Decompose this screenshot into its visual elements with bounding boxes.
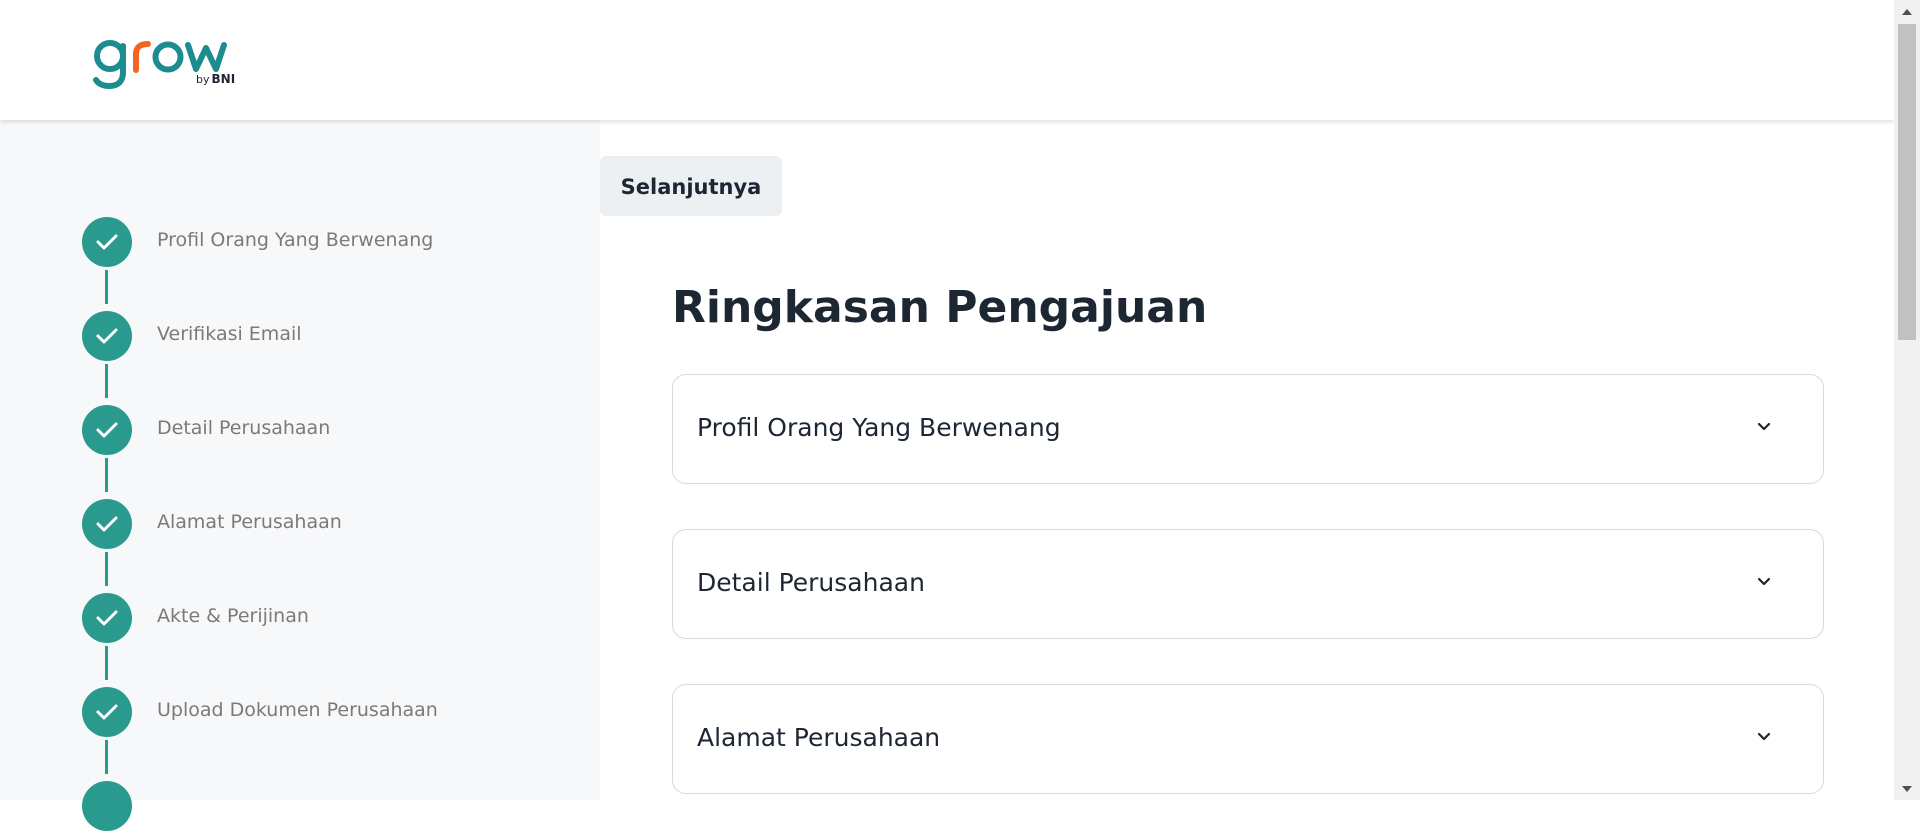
scroll-up-arrow-icon xyxy=(1902,9,1912,15)
step-completed-badge xyxy=(82,217,132,267)
step-detail-perusahaan[interactable]: Detail Perusahaan xyxy=(82,405,582,455)
top-header: by BNI xyxy=(0,0,1894,120)
main-content: Selanjutnya Ringkasan Pengajuan Profil O… xyxy=(600,120,1894,800)
accordion-title: Profil Orang Yang Berwenang xyxy=(697,413,1061,442)
step-label: Alamat Perusahaan xyxy=(157,511,342,533)
logo-bank-name: BNI xyxy=(211,72,236,86)
step-completed-badge xyxy=(82,687,132,737)
step-label: Upload Dokumen Perusahaan xyxy=(157,699,438,721)
step-alamat-perusahaan[interactable]: Alamat Perusahaan xyxy=(82,499,582,549)
step-connector xyxy=(105,458,108,492)
chevron-down-icon[interactable] xyxy=(1757,577,1771,587)
step-profil-orang[interactable]: Profil Orang Yang Berwenang xyxy=(82,217,582,267)
step-label: Detail Perusahaan xyxy=(157,417,331,439)
scroll-down-button[interactable] xyxy=(1894,778,1920,800)
step-next-partial[interactable] xyxy=(82,781,582,831)
accordion-profil-orang[interactable]: Profil Orang Yang Berwenang xyxy=(672,374,1824,484)
step-completed-badge xyxy=(82,405,132,455)
accordion-detail-perusahaan[interactable]: Detail Perusahaan xyxy=(672,529,1824,639)
step-completed-badge xyxy=(82,499,132,549)
check-icon xyxy=(96,516,118,532)
chevron-down-icon[interactable] xyxy=(1757,422,1771,432)
logo-subtitle: by BNI xyxy=(196,72,235,86)
scrollbar-thumb[interactable] xyxy=(1898,24,1916,340)
step-completed-badge xyxy=(82,593,132,643)
logo-by: by xyxy=(196,73,210,86)
step-akte-perijinan[interactable]: Akte & Perijinan xyxy=(82,593,582,643)
check-icon xyxy=(96,328,118,344)
chevron-down-icon[interactable] xyxy=(1757,732,1771,742)
step-label: Verifikasi Email xyxy=(157,323,302,345)
check-icon xyxy=(96,610,118,626)
check-icon xyxy=(96,422,118,438)
scroll-down-arrow-icon xyxy=(1902,786,1912,792)
step-connector xyxy=(105,364,108,398)
step-label: Akte & Perijinan xyxy=(157,605,309,627)
next-button[interactable]: Selanjutnya xyxy=(600,156,782,216)
scroll-up-button[interactable] xyxy=(1894,0,1920,22)
accordion-alamat-perusahaan[interactable]: Alamat Perusahaan xyxy=(672,684,1824,794)
progress-sidebar: Profil Orang Yang Berwenang Verifikasi E… xyxy=(0,120,600,831)
page-title: Ringkasan Pengajuan xyxy=(672,282,1208,333)
step-connector xyxy=(105,552,108,586)
vertical-scrollbar[interactable] xyxy=(1894,0,1920,800)
step-connector xyxy=(105,270,108,304)
check-icon xyxy=(96,234,118,250)
step-label: Profil Orang Yang Berwenang xyxy=(157,229,434,251)
accordion-title: Alamat Perusahaan xyxy=(697,723,941,752)
step-connector xyxy=(105,740,108,774)
step-upload-dokumen[interactable]: Upload Dokumen Perusahaan xyxy=(82,687,582,737)
step-completed-badge xyxy=(82,781,132,831)
step-completed-badge xyxy=(82,311,132,361)
accordion-title: Detail Perusahaan xyxy=(697,568,925,597)
check-icon xyxy=(96,704,118,720)
step-connector xyxy=(105,646,108,680)
step-verifikasi-email[interactable]: Verifikasi Email xyxy=(82,311,582,361)
